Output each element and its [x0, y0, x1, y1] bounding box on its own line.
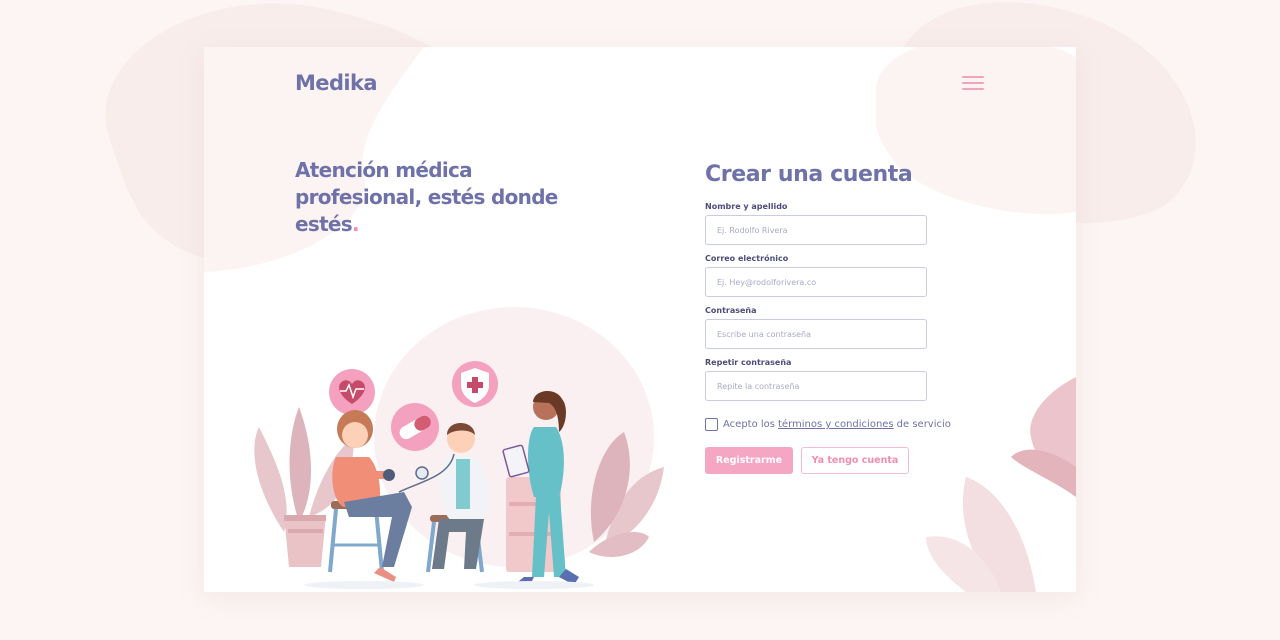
terms-suffix: de servicio — [896, 419, 951, 430]
confirm-password-input[interactable] — [705, 371, 927, 401]
email-label: Correo electrónico — [705, 254, 789, 263]
doctor-consultation-illustration — [254, 307, 664, 589]
email-input[interactable] — [705, 267, 927, 297]
signup-card: Medika Atención médica profesional, esté… — [204, 47, 1076, 592]
form-title: Crear una cuenta — [705, 162, 913, 187]
heart-rate-icon — [329, 369, 375, 415]
password-input[interactable] — [705, 319, 927, 349]
login-button[interactable]: Ya tengo cuenta — [801, 447, 909, 474]
pill-icon — [391, 403, 439, 451]
brand-logo[interactable]: Medika — [295, 71, 378, 95]
card-blob-right — [876, 47, 1076, 215]
register-button[interactable]: Registrarme — [705, 447, 793, 474]
name-label: Nombre y apellido — [705, 202, 788, 211]
hamburger-menu-icon[interactable] — [962, 76, 984, 92]
terms-row: Acepto los términos y condiciones de ser… — [705, 418, 951, 431]
terms-prefix: Acepto los — [723, 419, 775, 430]
leaf-decoration-right-icon — [926, 377, 1076, 592]
hero-title-text: Atención médica profesional, estés donde… — [295, 158, 558, 236]
terms-link[interactable]: términos y condiciones — [778, 419, 894, 430]
password-label: Contraseña — [705, 306, 757, 315]
hero-title: Atención médica profesional, estés donde… — [295, 157, 575, 238]
terms-checkbox[interactable] — [705, 418, 718, 431]
name-input[interactable] — [705, 215, 927, 245]
medical-shield-icon — [452, 361, 498, 407]
hero-title-dot: . — [352, 212, 360, 236]
confirm-password-label: Repetir contraseña — [705, 358, 792, 367]
